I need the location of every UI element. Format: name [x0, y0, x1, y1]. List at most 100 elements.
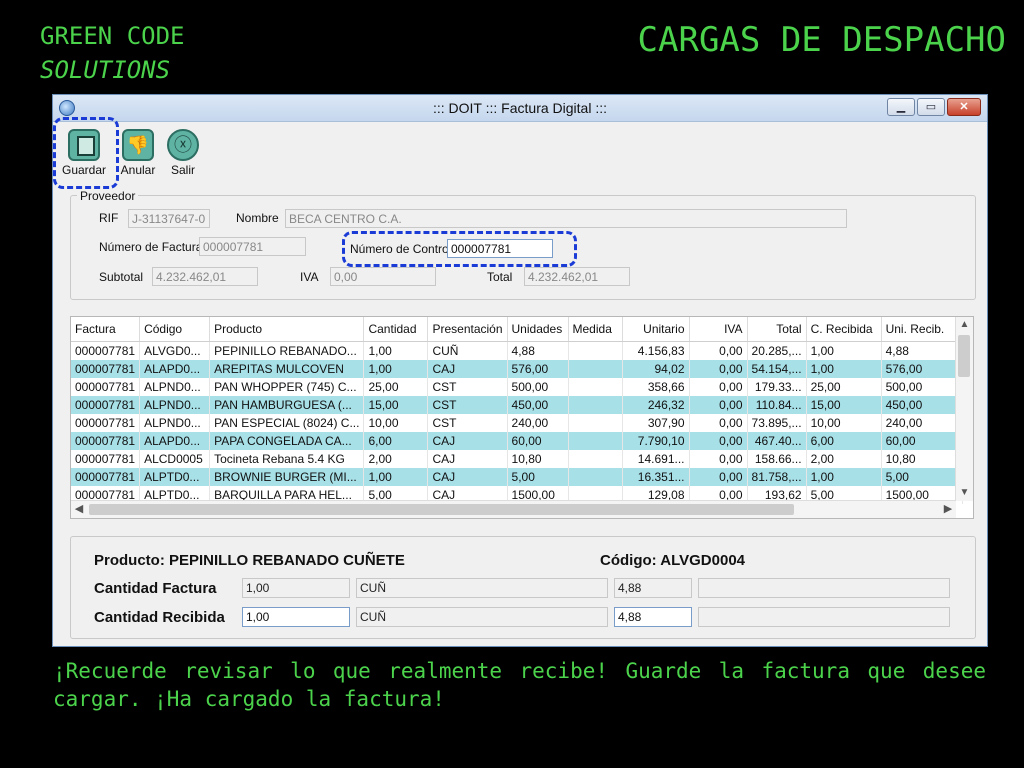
- column-header[interactable]: Presentación: [427, 317, 508, 342]
- total-field[interactable]: 4.232.462,01: [524, 267, 630, 286]
- anular-button[interactable]: 👎 Anular: [119, 129, 157, 177]
- table-cell: CST: [427, 414, 508, 432]
- column-header[interactable]: Factura: [71, 317, 141, 342]
- table-row[interactable]: 000007781 ALCD0005 Tocineta Rebana 5.4 KG 2…: [71, 450, 963, 468]
- table-cell: [568, 414, 623, 432]
- table-cell: 25,00: [363, 378, 429, 396]
- column-header[interactable]: Producto: [209, 317, 365, 342]
- table-cell: 1,00: [806, 468, 882, 486]
- table-cell: 94,02: [622, 360, 690, 378]
- horizontal-scroll-thumb[interactable]: [89, 504, 794, 515]
- table-cell: 450,00: [881, 396, 963, 414]
- table-cell: 0,00: [689, 432, 748, 450]
- table-cell: 10,80: [507, 450, 569, 468]
- num-factura-field[interactable]: 000007781: [199, 237, 306, 256]
- table-cell: 1,00: [363, 360, 429, 378]
- table-cell: 0,00: [689, 378, 748, 396]
- table-cell: 576,00: [881, 360, 963, 378]
- thumbs-down-icon: 👎: [122, 129, 154, 161]
- table-cell: PAPA CONGELADA CA...: [209, 432, 365, 450]
- scroll-left-icon[interactable]: ◀: [71, 501, 87, 518]
- factura-window: ::: DOIT ::: Factura Digital ::: ▁ ▭ ✕ G…: [52, 94, 988, 647]
- table-cell: 60,00: [881, 432, 963, 450]
- cantidad-recibida-extra[interactable]: [698, 607, 950, 627]
- vertical-scroll-thumb[interactable]: [958, 335, 970, 377]
- table-cell: 16.351...: [622, 468, 690, 486]
- column-header[interactable]: Medida: [568, 317, 623, 342]
- table-cell: 10,80: [881, 450, 963, 468]
- table-cell: 2,00: [363, 450, 429, 468]
- table-cell: 2,00: [806, 450, 882, 468]
- table-cell: 0,00: [689, 450, 748, 468]
- iva-label: IVA: [300, 270, 319, 284]
- table-cell: Tocineta Rebana 5.4 KG: [209, 450, 365, 468]
- cantidad-recibida-unidades[interactable]: 4,88: [614, 607, 692, 627]
- table-cell: ALPTD0...: [139, 468, 211, 486]
- table-cell: 6,00: [363, 432, 429, 450]
- table-cell: 7.790,10: [622, 432, 690, 450]
- column-header[interactable]: Cantidad: [363, 317, 429, 342]
- table-cell: [568, 432, 623, 450]
- column-header[interactable]: IVA: [689, 317, 748, 342]
- column-header[interactable]: C. Recibida: [806, 317, 882, 342]
- rif-label: RIF: [99, 211, 119, 225]
- window-title: ::: DOIT ::: Factura Digital :::: [432, 100, 607, 116]
- scroll-right-icon[interactable]: ▶: [940, 501, 956, 518]
- close-button[interactable]: ✕: [947, 98, 981, 116]
- table-cell: [568, 396, 623, 414]
- table-row[interactable]: 000007781 ALPND0... PAN HAMBURGUESA (... 15…: [71, 396, 963, 414]
- table-row[interactable]: 000007781 ALAPD0... AREPITAS MULCOVEN 1,00 C…: [71, 360, 963, 378]
- scroll-down-icon[interactable]: ▼: [956, 485, 973, 501]
- table-cell: ALAPD0...: [139, 360, 211, 378]
- minimize-button[interactable]: ▁: [887, 98, 915, 116]
- subtotal-label: Subtotal: [99, 270, 144, 284]
- horizontal-scrollbar[interactable]: ◀ ▶: [71, 500, 956, 518]
- rif-field[interactable]: J-31137647-0: [128, 209, 210, 228]
- anular-label: Anular: [120, 163, 156, 177]
- total-label: Total: [487, 270, 513, 284]
- table-row[interactable]: 000007781 ALPND0... PAN ESPECIAL (8024) C.…: [71, 414, 963, 432]
- table-row[interactable]: 000007781 ALPTD0... BROWNIE BURGER (MI... 1…: [71, 468, 963, 486]
- table-cell: 54.154,...: [747, 360, 807, 378]
- iva-field[interactable]: 0,00: [330, 267, 436, 286]
- table-cell: [568, 360, 623, 378]
- table-cell: CST: [427, 396, 508, 414]
- table-row[interactable]: 000007781 ALAPD0... PAPA CONGELADA CA... 6,…: [71, 432, 963, 450]
- table-cell: ALPND0...: [139, 378, 211, 396]
- table-cell: 1,00: [806, 360, 882, 378]
- table-cell: 467.40...: [747, 432, 807, 450]
- table-cell: 25,00: [806, 378, 882, 396]
- cantidad-recibida-input[interactable]: 1,00: [242, 607, 350, 627]
- subtotal-field[interactable]: 4.232.462,01: [152, 267, 258, 286]
- highlight-num-control: [342, 231, 577, 267]
- window-titlebar[interactable]: ::: DOIT ::: Factura Digital ::: ▁ ▭ ✕: [53, 95, 987, 122]
- cantidad-factura-unidades[interactable]: 4,88: [614, 578, 692, 598]
- table-row[interactable]: 000007781 ALPND0... PAN WHOPPER (745) C...…: [71, 378, 963, 396]
- nombre-field[interactable]: BECA CENTRO C.A.: [285, 209, 847, 228]
- table-cell: 000007781: [71, 360, 141, 378]
- table-cell: 5,00: [881, 468, 963, 486]
- column-header[interactable]: Uni. Recib.: [881, 317, 963, 342]
- cantidad-factura-extra[interactable]: [698, 578, 950, 598]
- table-cell: CAJ: [427, 360, 508, 378]
- cantidad-factura-presentacion[interactable]: CUÑ: [356, 578, 608, 598]
- column-header[interactable]: Código: [139, 317, 211, 342]
- column-header[interactable]: Total: [747, 317, 807, 342]
- table-cell: 500,00: [881, 378, 963, 396]
- vertical-scrollbar[interactable]: ▲ ▼: [955, 317, 973, 501]
- items-grid[interactable]: Factura Código Producto Cantidad Presentació…: [70, 316, 974, 519]
- table-cell: ALPND0...: [139, 396, 211, 414]
- cantidad-recibida-presentacion[interactable]: CUÑ: [356, 607, 608, 627]
- cantidad-factura-field[interactable]: 1,00: [242, 578, 350, 598]
- column-header[interactable]: Unitario: [622, 317, 690, 342]
- salir-button[interactable]: ⓧ Salir: [165, 129, 201, 177]
- maximize-button[interactable]: ▭: [917, 98, 945, 116]
- table-cell: 14.691...: [622, 450, 690, 468]
- column-header[interactable]: Unidades: [507, 317, 569, 342]
- exit-icon: ⓧ: [167, 129, 199, 161]
- table-row[interactable]: 000007781 ALVGD0... PEPINILLO REBANADO... 1…: [71, 341, 963, 360]
- scroll-up-icon[interactable]: ▲: [956, 317, 973, 333]
- table-cell: 15,00: [363, 396, 429, 414]
- table-cell: 10,00: [806, 414, 882, 432]
- table-cell: [568, 468, 623, 486]
